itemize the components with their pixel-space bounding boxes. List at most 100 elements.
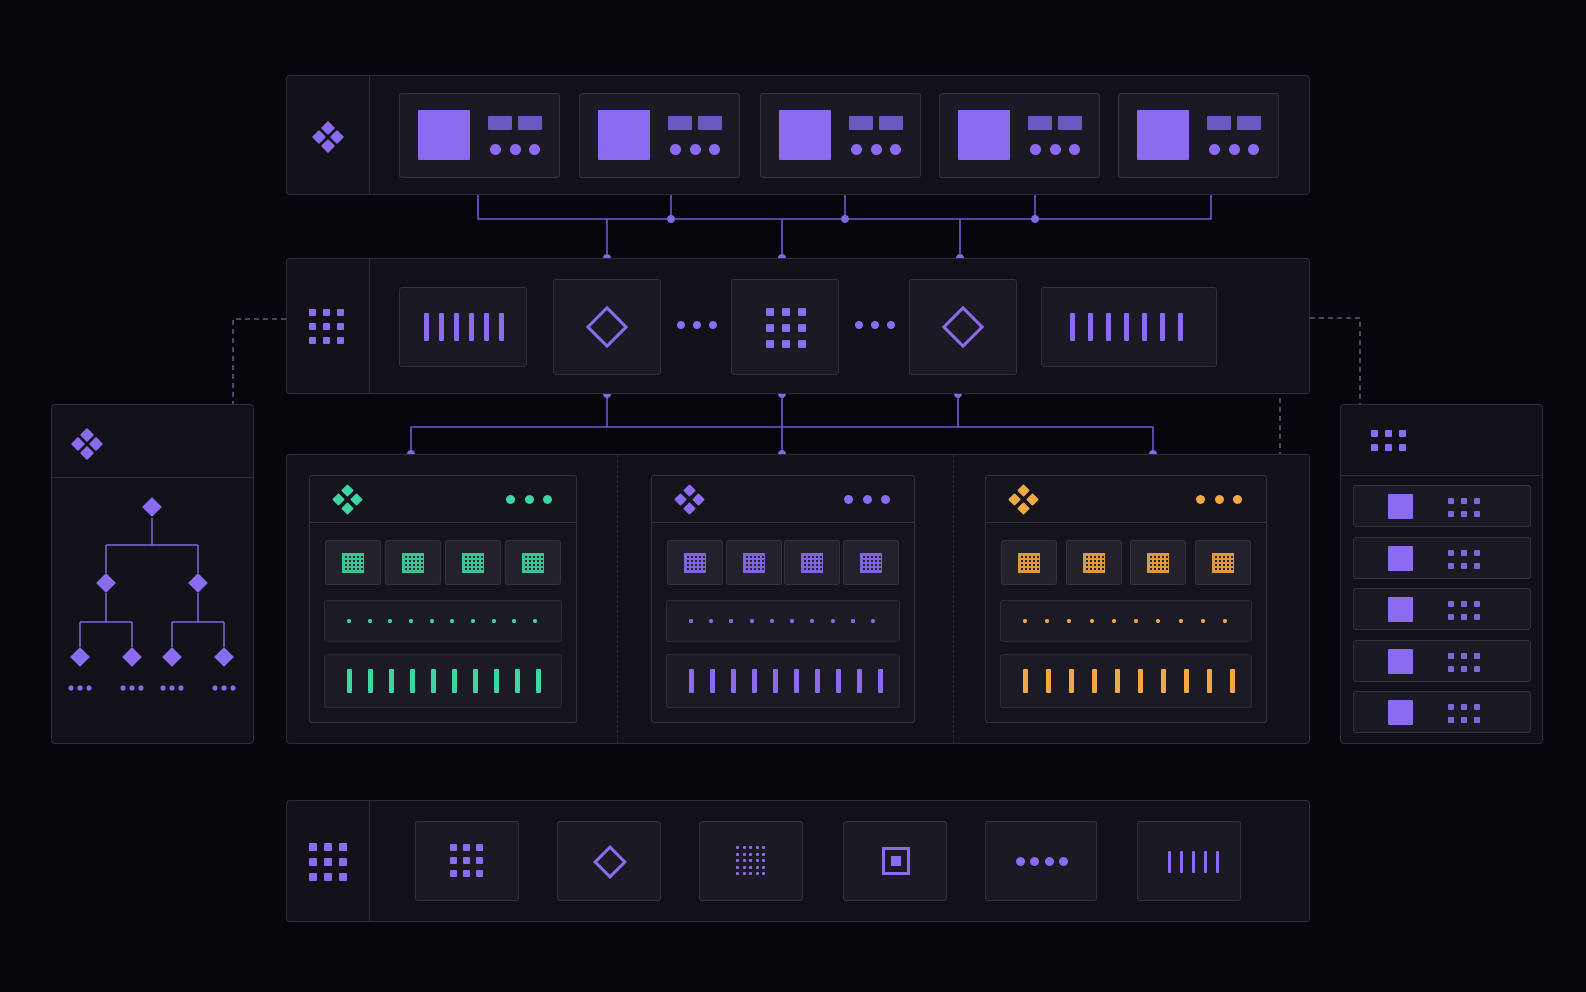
- tree-edge: [171, 593, 225, 647]
- bars-icon: [1023, 669, 1235, 693]
- bars-card-left: [399, 287, 527, 367]
- hatch-cell: [385, 540, 441, 585]
- diamond-cluster-icon: [1006, 482, 1040, 516]
- dot-grid-icon: [1448, 652, 1480, 672]
- tree-node: [162, 647, 182, 667]
- bars-card-right: [1041, 287, 1217, 367]
- module-bar: [879, 116, 903, 130]
- diamond-cluster-icon: [672, 482, 706, 516]
- hatch-cell: [725, 540, 782, 585]
- tree-leaf-dot: [169, 685, 175, 691]
- bar-strip: [666, 654, 900, 708]
- hatch-pattern: [742, 552, 765, 573]
- middle-to-lanes-line: [410, 394, 1154, 454]
- hatch-pattern: [860, 552, 882, 573]
- ellipsis-icon: [490, 144, 540, 155]
- pipeline-step-bars: [1137, 821, 1241, 901]
- diamond-dot: [1016, 501, 1030, 515]
- square-target-icon: [882, 847, 910, 875]
- tree-leaf-dot: [212, 685, 218, 691]
- row-block: [1388, 648, 1413, 674]
- hatch-pattern: [1212, 552, 1234, 573]
- module-bar: [698, 116, 722, 130]
- bars-icon: [424, 313, 504, 341]
- middle-to-right-panel-line: [1310, 317, 1361, 404]
- diamond-cluster-icon: [70, 427, 104, 461]
- hatch-cell: [1130, 540, 1187, 585]
- dot-grid-icon: [1448, 498, 1480, 517]
- bottom-rail: [287, 801, 370, 921]
- bars-icon: [1070, 313, 1183, 341]
- module-block: [1137, 110, 1189, 160]
- dot-sequence: [347, 619, 537, 623]
- junction-dot: [667, 215, 675, 223]
- tree-edge: [79, 593, 133, 647]
- left-panel-header: [52, 405, 253, 478]
- ellipsis-icon: [1030, 144, 1080, 155]
- ellipsis-icon: [855, 321, 895, 329]
- lane-header: [652, 476, 914, 523]
- diamond-cluster-icon: [311, 120, 345, 154]
- top-module-card: [760, 93, 921, 178]
- ellipsis-icon: [670, 144, 720, 155]
- tree-node: [142, 497, 162, 517]
- diamond-dot: [1025, 492, 1039, 506]
- tree-leaf-dot: [129, 685, 135, 691]
- junction-dot: [841, 215, 849, 223]
- fine-grid-icon: [736, 846, 765, 875]
- dot-grid-icon: [309, 309, 344, 344]
- junction-dot: [1031, 215, 1039, 223]
- tree-node: [214, 647, 234, 667]
- ellipsis-icon: [844, 495, 890, 504]
- top-module-card: [939, 93, 1100, 178]
- tree-leaf-dot: [178, 685, 184, 691]
- hatch-pattern: [342, 552, 364, 573]
- pipeline-step-ellipsis: [985, 821, 1097, 901]
- list-row: [1353, 536, 1531, 579]
- hatch-pattern: [522, 552, 544, 573]
- module-bar: [1028, 116, 1052, 130]
- hatch-pattern: [1147, 552, 1170, 573]
- list-row: [1353, 691, 1531, 733]
- list-row: [1353, 588, 1531, 630]
- tree-leaf-dot: [230, 685, 236, 691]
- diamond-dot: [691, 492, 705, 506]
- lanes-container: [286, 454, 1310, 744]
- lane-header: [986, 476, 1266, 523]
- ellipsis-icon: [506, 495, 552, 504]
- bar-strip: [324, 654, 562, 708]
- diamond-outline-icon: [941, 305, 985, 349]
- top-rail: [287, 76, 370, 194]
- module-block: [958, 110, 1010, 160]
- diamond-dot: [340, 483, 354, 497]
- bars-icon: [1168, 851, 1219, 873]
- list-row: [1353, 639, 1531, 682]
- ellipsis-icon: [851, 144, 901, 155]
- lane-divider: [617, 455, 618, 743]
- diamond-dot: [1007, 492, 1021, 506]
- diamond-dot: [682, 501, 696, 515]
- module-bar: [1207, 116, 1231, 130]
- hatch-pattern: [801, 552, 824, 573]
- top-module-card: [579, 93, 740, 178]
- right-list-panel: [1340, 404, 1543, 744]
- lane-green: [309, 475, 577, 723]
- hatch-cell: [1065, 540, 1122, 585]
- tree-node: [96, 573, 116, 593]
- dot-grid-card: [731, 279, 839, 375]
- pipeline-step-dot-grid: [415, 821, 519, 901]
- dot-sequence: [689, 619, 875, 623]
- hatch-pattern: [402, 552, 424, 573]
- diamond-dot: [673, 492, 687, 506]
- module-bar: [668, 116, 692, 130]
- dot-strip: [1000, 600, 1252, 642]
- tree-node: [122, 647, 142, 667]
- diamond-dot: [79, 445, 95, 461]
- bars-icon: [347, 669, 541, 693]
- bar-strip: [1000, 654, 1252, 708]
- diamond-dot: [340, 501, 354, 515]
- top-module-card: [399, 93, 560, 178]
- dot-strip: [666, 600, 900, 642]
- hatch-pattern: [1082, 552, 1105, 573]
- dot-grid-icon: [1371, 430, 1406, 451]
